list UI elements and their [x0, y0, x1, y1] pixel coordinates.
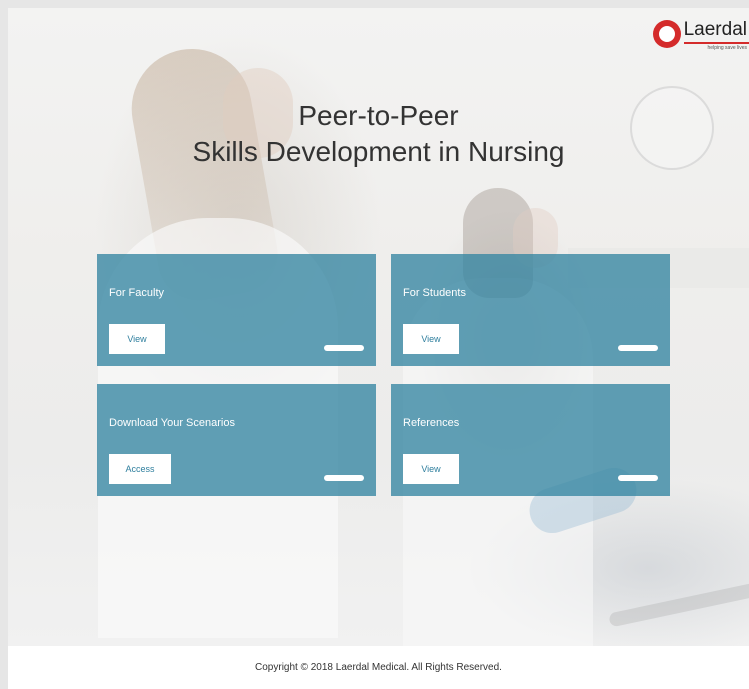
page-title-line2: Skills Development in Nursing: [192, 136, 565, 167]
page-title: Peer-to-Peer Skills Development in Nursi…: [8, 98, 749, 170]
page-title-line1: Peer-to-Peer: [298, 100, 459, 131]
card-for-students: For Students View: [391, 254, 670, 366]
logo-wordmark: Laerdal: [683, 18, 749, 44]
students-view-button[interactable]: View: [403, 324, 459, 354]
references-view-button[interactable]: View: [403, 454, 459, 484]
laerdal-logo-icon: [652, 20, 681, 48]
card-label: Download Your Scenarios: [109, 417, 235, 429]
laerdal-logo[interactable]: Laerdal helping save lives: [652, 18, 749, 58]
card-decorative-bar: [324, 345, 364, 351]
card-for-faculty: For Faculty View: [97, 254, 376, 366]
card-label: For Faculty: [109, 287, 165, 299]
hero-section: Laerdal helping save lives Peer-to-Peer …: [8, 8, 749, 646]
logo-tagline: helping save lives: [707, 45, 747, 51]
card-decorative-bar: [324, 475, 364, 481]
card-download-scenarios: Download Your Scenarios Access: [97, 384, 376, 496]
card-label: References: [403, 417, 460, 429]
card-decorative-bar: [618, 475, 658, 481]
card-decorative-bar: [618, 345, 658, 351]
faculty-view-button[interactable]: View: [109, 324, 165, 354]
copyright-text: Copyright © 2018 Laerdal Medical. All Ri…: [255, 662, 502, 673]
background-photo-bedrail: [608, 582, 749, 628]
footer: Copyright © 2018 Laerdal Medical. All Ri…: [8, 646, 749, 689]
card-references: References View: [391, 384, 670, 496]
scenarios-access-button[interactable]: Access: [109, 454, 171, 484]
page-frame: Laerdal helping save lives Peer-to-Peer …: [8, 8, 749, 689]
card-label: For Students: [403, 287, 466, 299]
